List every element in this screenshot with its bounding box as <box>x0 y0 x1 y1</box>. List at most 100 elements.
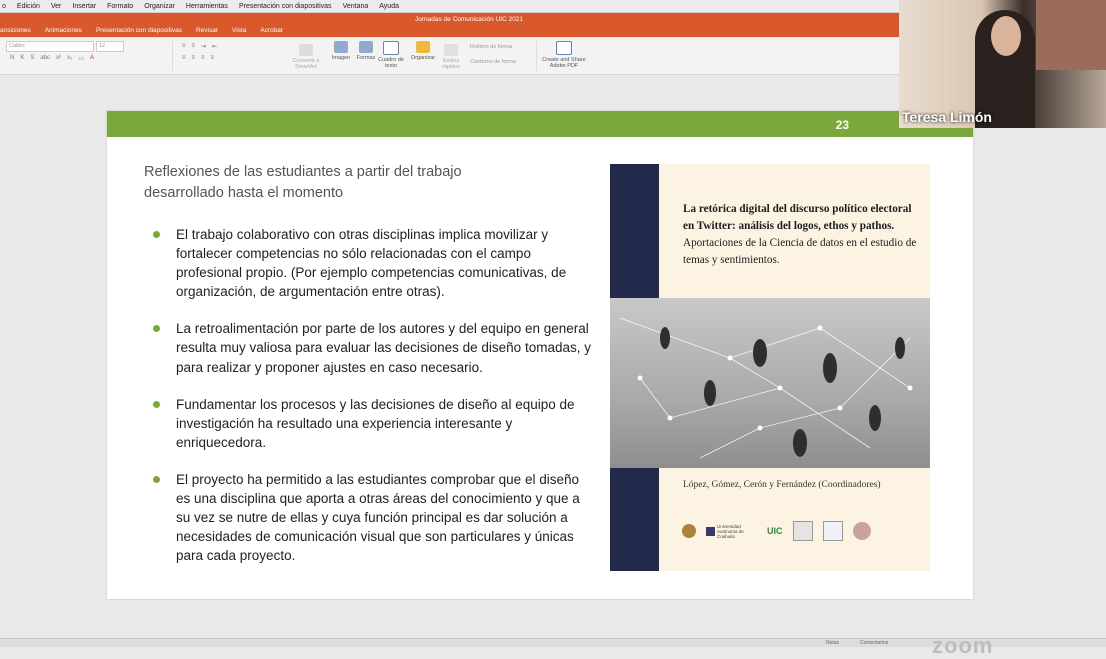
bullet-text: El proyecto ha permitido a las estudiant… <box>176 471 580 564</box>
network-lines-graphic <box>619 317 913 459</box>
bullet-dot-icon <box>153 475 160 483</box>
quick-styles-icon <box>444 44 458 56</box>
logo-uic: UIC <box>767 525 783 536</box>
bold-icon[interactable]: N <box>10 55 14 62</box>
bullet-text: El trabajo colaborativo con otras discip… <box>176 227 567 300</box>
menu-item-ver[interactable]: Ver <box>51 3 62 10</box>
window-titlebar: Jornadas de Comunicación UIC 2021 ansici… <box>0 13 899 37</box>
font-name-select[interactable]: Calibri <box>6 41 94 52</box>
menu-item-ayuda[interactable]: Ayuda <box>379 3 399 10</box>
logo-uadec: Universidad Autónoma de Coahuila <box>706 524 757 539</box>
bullet-dot-icon <box>153 325 160 333</box>
bullet-dot-icon <box>153 231 160 238</box>
slide-heading[interactable]: Reflexiones de las estudiantes a partir … <box>144 162 464 204</box>
publisher-logos: Universidad Autónoma de Coahuila UIC <box>682 521 871 541</box>
bullet-dot-icon <box>153 400 160 408</box>
cover-strip-top <box>610 164 659 298</box>
justify-icon[interactable]: ≡ <box>211 55 215 61</box>
menu-item-herramientas[interactable]: Herramientas <box>186 3 228 10</box>
align-right-icon[interactable]: ≡ <box>201 55 205 61</box>
numbering-icon[interactable]: ≡ <box>192 43 196 50</box>
arrange-label: Organizar <box>410 55 436 61</box>
shape-fill-button[interactable]: Relleno de forma <box>470 44 512 50</box>
cover-title: La retórica digital del discurso polític… <box>683 201 923 269</box>
font-size-select[interactable]: 12 <box>96 41 124 52</box>
cover-title-main: La retórica digital del discurso polític… <box>683 203 912 232</box>
cover-strip-bottom <box>610 468 659 571</box>
tab-vista[interactable]: Vista <box>232 27 246 34</box>
arrange-icon <box>416 41 430 53</box>
superscript-icon[interactable]: x² <box>56 55 61 62</box>
text-format-buttons: N K S abc x² x₂ ▭ A <box>10 55 94 62</box>
indent-icon[interactable]: ⇥ <box>201 43 206 50</box>
ribbon-divider <box>172 41 173 71</box>
menu-item-presentacion[interactable]: Presentación con diapositivas <box>239 3 332 10</box>
insert-textbox-button[interactable]: Cuadro de texto <box>376 41 406 69</box>
menu-item[interactable]: o <box>2 3 6 10</box>
cover-authors: López, Gómez, Cerón y Fernández (Coordin… <box>683 480 881 490</box>
insert-image-label: Imagen <box>331 55 351 61</box>
cover-crowd-photo <box>610 298 930 468</box>
menu-item-insertar[interactable]: Insertar <box>72 3 96 10</box>
bullet-item: El trabajo colaborativo con otras discip… <box>151 225 591 301</box>
insert-textbox-label: Cuadro de texto <box>378 57 404 69</box>
cover-title-subtitle: Aportaciones de la Ciencia de datos en e… <box>683 237 917 266</box>
tab-presentacion[interactable]: Presentación con diapositivas <box>96 27 182 34</box>
book-cover-image[interactable]: La retórica digital del discurso polític… <box>610 164 930 571</box>
smartart-icon <box>299 44 313 56</box>
bullet-text: La retroalimentación por parte de los au… <box>176 321 591 375</box>
shapes-icon <box>359 41 373 53</box>
bullet-list[interactable]: El trabajo colaborativo con otras discip… <box>151 225 591 583</box>
tab-revisar[interactable]: Revisar <box>196 27 218 34</box>
menu-item-ventana[interactable]: Ventana <box>343 3 369 10</box>
bullet-item: Fundamentar los procesos y las decisione… <box>151 395 591 452</box>
strikethrough-icon[interactable]: abc <box>40 55 50 62</box>
align-buttons: ≡ ≡ ≡ ≡ <box>182 55 214 61</box>
convert-smartart-label: Convertir a SmartArt <box>292 58 320 70</box>
highlight-icon[interactable]: ▭ <box>78 55 84 62</box>
list-buttons: ≡ ≡ ⇥ ⇤ <box>182 43 217 50</box>
outdent-icon[interactable]: ⇤ <box>212 43 217 50</box>
arrange-button[interactable]: Organizar <box>408 41 438 61</box>
align-center-icon[interactable]: ≡ <box>192 55 196 61</box>
slide-canvas[interactable]: 23 Reflexiones de las estudiantes a part… <box>107 111 973 599</box>
menu-item-edicion[interactable]: Edición <box>17 3 40 10</box>
logo-shield-icon <box>822 521 843 541</box>
quick-styles-label: Estilos rápidos <box>441 58 461 70</box>
insert-shapes-label: Formas <box>356 55 376 61</box>
quick-styles-button[interactable]: Estilos rápidos <box>436 44 466 70</box>
textbox-icon <box>383 41 399 55</box>
logo-seal-icon <box>682 524 696 538</box>
ribbon-divider <box>536 41 537 71</box>
tab-animaciones[interactable]: Animaciones <box>45 27 82 34</box>
shape-outline-button[interactable]: Contorno de forma <box>470 59 516 65</box>
bullet-item: La retroalimentación por parte de los au… <box>151 319 591 376</box>
align-left-icon[interactable]: ≡ <box>182 55 186 61</box>
participant-name: Teresa Limón <box>902 109 992 125</box>
comments-button[interactable]: Comentarios <box>860 640 888 646</box>
ribbon-tabs: ansiciones Animaciones Presentación con … <box>0 27 297 34</box>
zoom-watermark: zoom <box>932 633 994 658</box>
italic-icon[interactable]: K <box>20 55 24 62</box>
logo-unam-icon <box>792 521 813 541</box>
subscript-icon[interactable]: x₂ <box>67 55 72 62</box>
document-title: Jornadas de Comunicación UIC 2021 <box>415 16 524 23</box>
bullet-text: Fundamentar los procesos y las decisione… <box>176 396 575 450</box>
ribbon-toolbar: Calibri 12 N K S abc x² x₂ ▭ A ≡ ≡ ⇥ ⇤ ≡… <box>0 38 899 75</box>
image-icon <box>334 41 348 53</box>
underline-icon[interactable]: S <box>30 55 34 62</box>
webcam-video-tile[interactable]: Teresa Limón <box>899 0 1106 128</box>
notes-button[interactable]: Notas <box>826 640 839 646</box>
logo-uadec-text: Universidad Autónoma de Coahuila <box>717 523 744 539</box>
app-menubar: o Edición Ver Insertar Formato Organizar… <box>0 0 899 13</box>
convert-smartart-button[interactable]: Convertir a SmartArt <box>290 44 322 70</box>
bullets-icon[interactable]: ≡ <box>182 43 186 50</box>
tab-transiciones[interactable]: ansiciones <box>0 27 31 34</box>
create-share-pdf-button[interactable]: Create and Share Adobe PDF <box>541 41 587 69</box>
tab-acrobat[interactable]: Acrobat <box>260 27 282 34</box>
participant-face <box>991 16 1021 56</box>
pdf-icon <box>556 41 572 55</box>
font-color-icon[interactable]: A <box>90 55 94 62</box>
menu-item-organizar[interactable]: Organizar <box>144 3 175 10</box>
menu-item-formato[interactable]: Formato <box>107 3 133 10</box>
